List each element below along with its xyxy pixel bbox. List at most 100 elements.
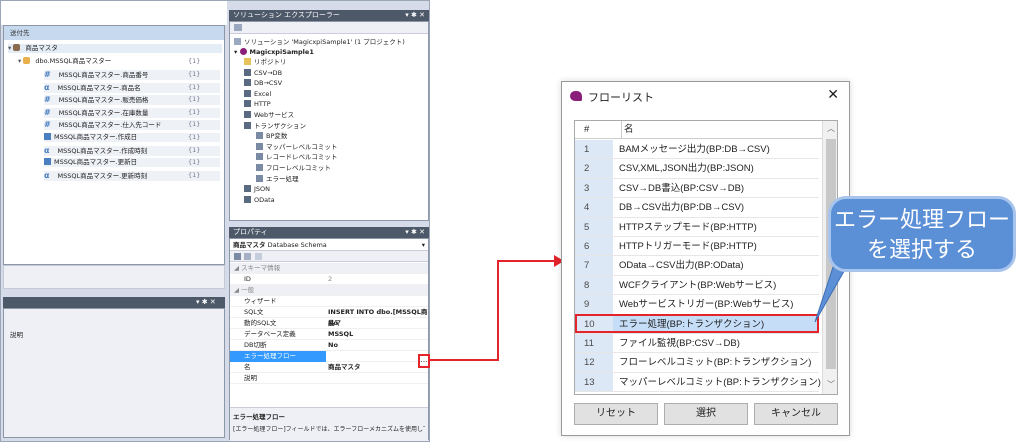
property-row[interactable]: ID 2 (230, 274, 428, 285)
property-grid: ◢ スキーマ情報 ID 2 ◢ 一般 ウィザード SQL文 INSERT INTO d… (230, 263, 428, 403)
solution-item[interactable]: JSON (244, 185, 270, 194)
left-scroll-area (3, 265, 225, 289)
dialog-title: フローリスト (588, 92, 654, 104)
flow-list-row[interactable]: 12 フローレベルコミット(BP:トランザクション) (575, 353, 819, 373)
pages-icon[interactable] (255, 253, 262, 260)
flow-row-name: HTTPトリガーモード(BP:HTTP) (619, 241, 757, 252)
solution-node[interactable]: ソリューション 'MagicxpiSample1' (1 プロジェクト) (234, 38, 405, 47)
flow-list-row[interactable]: 3 CSV→DB書込(BP:CSV→DB) (575, 178, 819, 199)
solution-item-label: トランザクション (254, 121, 306, 130)
solution-item[interactable]: Excel (244, 89, 272, 99)
number-type-icon: # (44, 107, 51, 117)
property-row[interactable]: SQL文 INSERT INTO dbo.[MSSQL商品マ (230, 307, 428, 327)
flow-list-row[interactable]: 1 BAMメッセージ出力(BP:DB→CSV) (575, 140, 819, 160)
object-type: Database Schema (267, 241, 327, 249)
flow-list-row[interactable]: 9 Webサービストリガー(BP:Webサービス) (575, 295, 819, 315)
properties-buttons[interactable]: ▾ ✱ ✕ (405, 228, 425, 237)
field-label: MSSQL商品マスター.販売価格 (58, 96, 149, 105)
solution-item[interactable]: CSV→DB (244, 68, 283, 78)
solution-item[interactable]: トランザクション (244, 121, 306, 131)
number-type-icon: # (44, 120, 51, 130)
field-label: MSSQL商品マスター.商品名 (57, 83, 141, 92)
property-row[interactable]: 名 商品マスタ (230, 362, 428, 373)
category-schema[interactable]: ◢ スキーマ情報 (230, 263, 428, 274)
property-key: ID (244, 275, 251, 283)
solution-item-label: CSV→DB (254, 68, 283, 77)
solution-item-label: レコードレベルコミット (266, 153, 338, 162)
properties-toolbar (230, 251, 428, 262)
property-value: No (328, 319, 338, 327)
folder-icon (244, 100, 251, 108)
solution-item[interactable]: エラー処理 (256, 174, 299, 184)
property-key: 動的SQL文 (244, 319, 277, 327)
col-name-header[interactable]: 名 (621, 121, 634, 139)
property-row[interactable]: ウィザード (230, 296, 428, 307)
solution-item[interactable]: Webサービス (244, 111, 294, 120)
root-node[interactable]: ▾ 商品マスタ (8, 44, 222, 53)
flow-icon (256, 153, 263, 161)
flow-list-row[interactable]: 6 HTTPトリガーモード(BP:HTTP) (575, 237, 819, 257)
flow-list-row[interactable]: 5 HTTPステップモード(BP:HTTP) (575, 217, 819, 237)
flow-row-number: 2 (575, 159, 613, 178)
field-count: {1} (188, 82, 201, 91)
solution-item[interactable]: マッパーレベルコミット (256, 142, 337, 152)
table-count: {1} (188, 57, 201, 65)
property-row[interactable]: DB切断 No (230, 340, 428, 351)
solution-item[interactable]: リポジトリ (244, 58, 287, 67)
field-count: {1} (188, 95, 201, 104)
lower-left-pin-icon[interactable]: ▾ ✱ ✕ (196, 298, 216, 306)
field-label: MSSQL商品マスター.更新時刻 (57, 171, 148, 180)
object-selector[interactable]: 商品マスタ Database Schema ▾ (230, 239, 428, 251)
solution-item[interactable]: BP変数 (256, 132, 287, 141)
property-row[interactable]: 動的SQL文 No (230, 318, 428, 329)
flow-list-row[interactable]: 8 WCFクライアント(BP:Webサービス) (575, 275, 819, 296)
lower-left-titlebar (3, 297, 225, 308)
project-icon (239, 48, 247, 55)
cancel-button[interactable]: キャンセル (754, 403, 838, 425)
flow-row-number: 12 (575, 353, 613, 372)
solution-item[interactable]: OData (244, 195, 275, 205)
home-icon[interactable] (234, 24, 242, 31)
field-count: {1} (188, 145, 201, 154)
property-row[interactable]: 説明 (230, 373, 428, 384)
flow-row-name: CSV→DB書込(BP:CSV→DB) (619, 182, 745, 194)
field-label: MSSQL商品マスター.商品番号 (58, 71, 149, 79)
solution-item-label: Excel (254, 89, 272, 98)
root-label: 商品マスタ (25, 44, 58, 52)
folder-icon (244, 185, 251, 193)
solution-item-label: リポジトリ (254, 58, 287, 66)
selection-highlight (575, 314, 819, 333)
solution-item[interactable]: フローレベルコミット (256, 164, 331, 173)
close-icon[interactable]: ✕ (827, 86, 839, 103)
project-node[interactable]: ▾ MagicxpiSample1 (234, 48, 314, 57)
flow-list-row[interactable]: 7 OData→CSV出力(BP:OData) (575, 256, 819, 276)
scroll-down-icon[interactable]: ﹀ (827, 379, 835, 390)
flow-list-row[interactable]: 2 CSV,XML,JSON出力(BP:JSON) (575, 159, 819, 179)
alpha-type-icon: α (44, 145, 50, 155)
flow-row-number: 3 (575, 178, 613, 198)
solution-explorer-buttons[interactable]: ▾ ✱ ✕ (405, 11, 425, 20)
flow-list-row[interactable]: 11 ファイル監視(BP:CSV→DB) (575, 334, 819, 354)
error-flow-property-row[interactable]: エラー処理フロー (230, 351, 428, 362)
select-button[interactable]: 選択 (664, 403, 748, 425)
callout-line2: を選択する (866, 237, 977, 262)
flow-list-row[interactable]: 13 マッパーレベルコミット(BP:トランザクション) (575, 372, 821, 393)
property-key: DB切断 (244, 341, 267, 349)
solution-item[interactable]: HTTP (244, 100, 271, 109)
alphabetical-icon[interactable] (244, 253, 251, 260)
reset-button[interactable]: リセット (574, 403, 658, 425)
scroll-up-icon[interactable]: ︿ (827, 123, 835, 134)
property-row[interactable]: データベース定義 MSSQL (230, 329, 428, 340)
category-general[interactable]: ◢ 一般 (230, 285, 428, 296)
properties-panel: 商品マスタ Database Schema ▾ ◢ スキーマ情報 ID 2 ◢ 一… (229, 238, 429, 441)
flow-row-number: 1 (575, 140, 613, 159)
col-number-header[interactable]: # (584, 121, 589, 139)
categorized-icon[interactable] (234, 253, 241, 260)
alpha-type-icon: α (44, 82, 50, 92)
solution-item[interactable]: DB→CSV (244, 79, 282, 88)
alpha-type-icon: α (44, 170, 50, 180)
flow-list-row[interactable]: 4 DB→CSV出力(BP:DB→CSV) (575, 198, 819, 218)
solution-item[interactable]: レコードレベルコミット (256, 153, 337, 162)
ide-window: 送付先 ▾ 商品マスタ ▾ dbo.MSSQL商品マスター {1} # MSSQL… (0, 0, 430, 442)
field-count: {1} (188, 158, 201, 167)
